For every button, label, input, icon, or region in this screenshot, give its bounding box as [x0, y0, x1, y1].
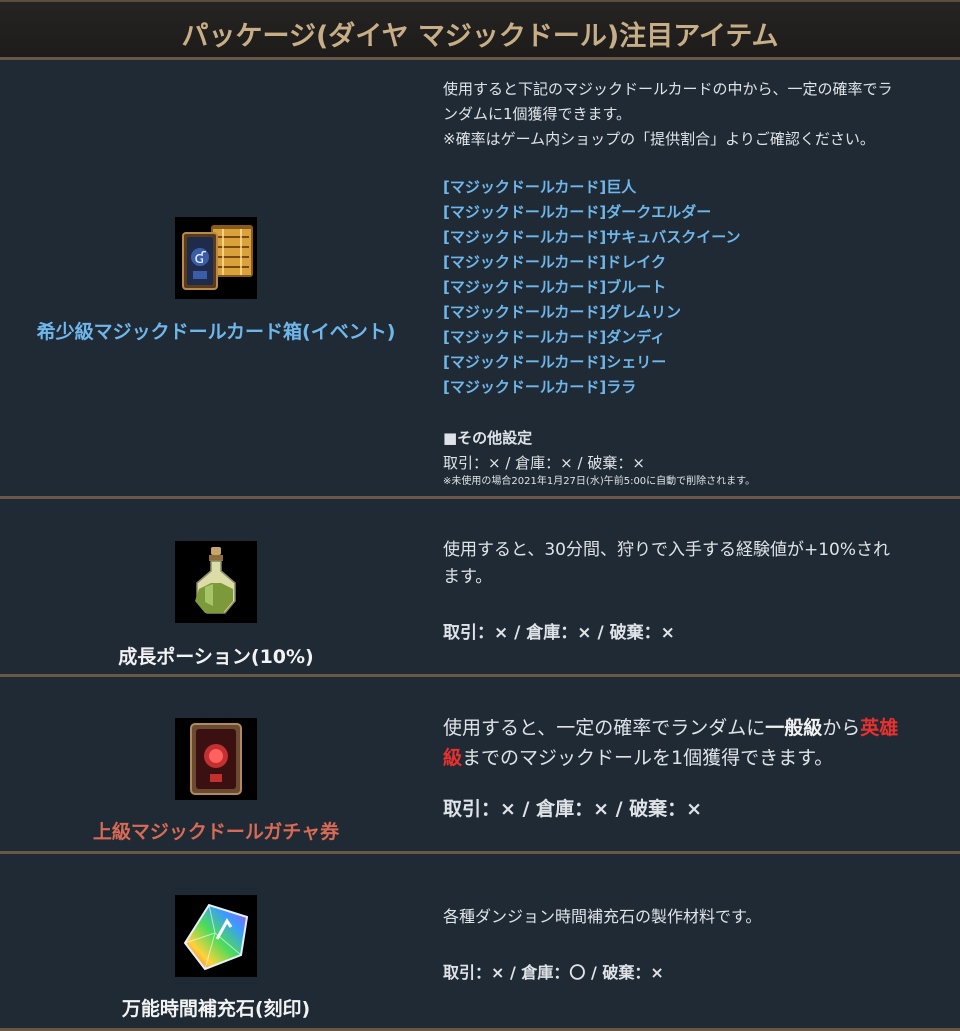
desc-text: から [822, 717, 861, 739]
desc-line: 使用すると下記のマジックドールカードの中から、一定の確率でラ [443, 80, 893, 98]
rainbow-stone-icon [175, 895, 257, 977]
card-link[interactable]: [マジックドールカード]ダークエルダー [443, 200, 741, 225]
svg-text:ʛ: ʛ [194, 248, 206, 267]
item-desc-cell: 各種ダンジョン時間補充石の製作材料です。 取引：× / 倉庫：〇 / 破棄：× [443, 854, 950, 1028]
other-settings: ■その他設定 取引：× / 倉庫：× / 破棄：× [443, 426, 950, 476]
item-name: 成長ポーション(10%) [118, 646, 314, 668]
desc-line: ンダムに1個獲得できます。 [443, 105, 632, 123]
card-link[interactable]: [マジックドールカード]グレムリン [443, 300, 741, 325]
desc-line: ます。 [443, 567, 493, 587]
item-row: 成長ポーション(10%) 使用すると、30分間、狩りで入手する経験値が+10%さ… [0, 499, 960, 677]
item-left-cell: ʛ 希少級マジックドールカード箱(イベント) [0, 60, 432, 496]
item-left-cell: 上級マジックドールガチャ券 [0, 677, 432, 851]
item-name: 上級マジックドールガチャ券 [92, 821, 340, 843]
gacha-ticket-icon [175, 718, 257, 800]
card-link[interactable]: [マジックドールカード]ブルート [443, 275, 741, 300]
item-row: 万能時間補充石(刻印) 各種ダンジョン時間補充石の製作材料です。 取引：× / … [0, 854, 960, 1031]
desc-line: ※確率はゲーム内ショップの「提供割合」よりご確認ください。 [443, 130, 875, 148]
item-name: 万能時間補充石(刻印) [121, 998, 311, 1020]
trade-info: 取引：× / 倉庫：× / 破棄：× [443, 454, 645, 472]
rank-hero: 英雄 [860, 717, 899, 739]
trade-info: 取引：× / 倉庫：× / 破棄：× [443, 623, 675, 643]
item-left-cell: 成長ポーション(10%) [0, 499, 432, 674]
card-link[interactable]: [マジックドールカード]ララ [443, 375, 741, 400]
desc-text: までのマジックドールを1個獲得できます。 [462, 747, 834, 769]
item-description: 各種ダンジョン時間補充石の製作材料です。 [443, 907, 762, 926]
rank-common: 一般級 [765, 717, 823, 739]
desc-line: 使用すると、30分間、狩りで入手する経験値が+10%され [443, 540, 890, 560]
item-description: 使用すると、一定の確率でランダムに一般級から英雄級までのマジックドールを1個獲得… [443, 713, 950, 773]
page-title: パッケージ(ダイヤ マジックドール)注目アイテム [181, 21, 779, 52]
potion-bottle-icon [175, 541, 257, 623]
item-row: 上級マジックドールガチャ券 使用すると、一定の確率でランダムに一般級から英雄級ま… [0, 677, 960, 854]
desc-text: 使用すると、一定の確率でランダムに [443, 717, 766, 739]
card-link[interactable]: [マジックドールカード]シェリー [443, 350, 741, 375]
item-name: 希少級マジックドールカード箱(イベント) [36, 321, 396, 343]
card-link[interactable]: [マジックドールカード]ダンディ [443, 325, 741, 350]
card-link[interactable]: [マジックドールカード]サキュバスクイーン [443, 225, 741, 250]
trade-info: 取引：× / 倉庫：× / 破棄：× [443, 798, 703, 820]
item-desc-cell: 使用すると、30分間、狩りで入手する経験値が+10%され ます。 取引：× / … [443, 499, 950, 674]
page-header: パッケージ(ダイヤ マジックドール)注目アイテム [0, 0, 960, 60]
deletion-note: ※未使用の場合2021年1月27日(水)午前5:00に自動で削除されます。 [443, 476, 756, 487]
trade-info: 取引：× / 倉庫：〇 / 破棄：× [443, 963, 664, 982]
card-link-list: [マジックドールカード]巨人 [マジックドールカード]ダークエルダー [マジック… [443, 175, 741, 400]
card-link[interactable]: [マジックドールカード]巨人 [443, 175, 741, 200]
other-settings-heading: ■その他設定 [443, 429, 533, 447]
item-desc-cell: 使用すると、一定の確率でランダムに一般級から英雄級までのマジックドールを1個獲得… [443, 677, 950, 851]
item-description: 使用すると、30分間、狩りで入手する経験値が+10%され ます。 [443, 537, 950, 591]
card-link[interactable]: [マジックドールカード]ドレイク [443, 250, 741, 275]
item-left-cell: 万能時間補充石(刻印) [0, 854, 432, 1028]
item-row: ʛ 希少級マジックドールカード箱(イベント) 使用すると下記のマジックドールカー… [0, 60, 960, 499]
item-desc-cell: 使用すると下記のマジックドールカードの中から、一定の確率でラ ンダムに1個獲得で… [443, 60, 950, 496]
card-chest-icon: ʛ [175, 217, 257, 299]
rank-hero-suffix: 級 [443, 747, 463, 769]
item-description: 使用すると下記のマジックドールカードの中から、一定の確率でラ ンダムに1個獲得で… [443, 77, 950, 152]
